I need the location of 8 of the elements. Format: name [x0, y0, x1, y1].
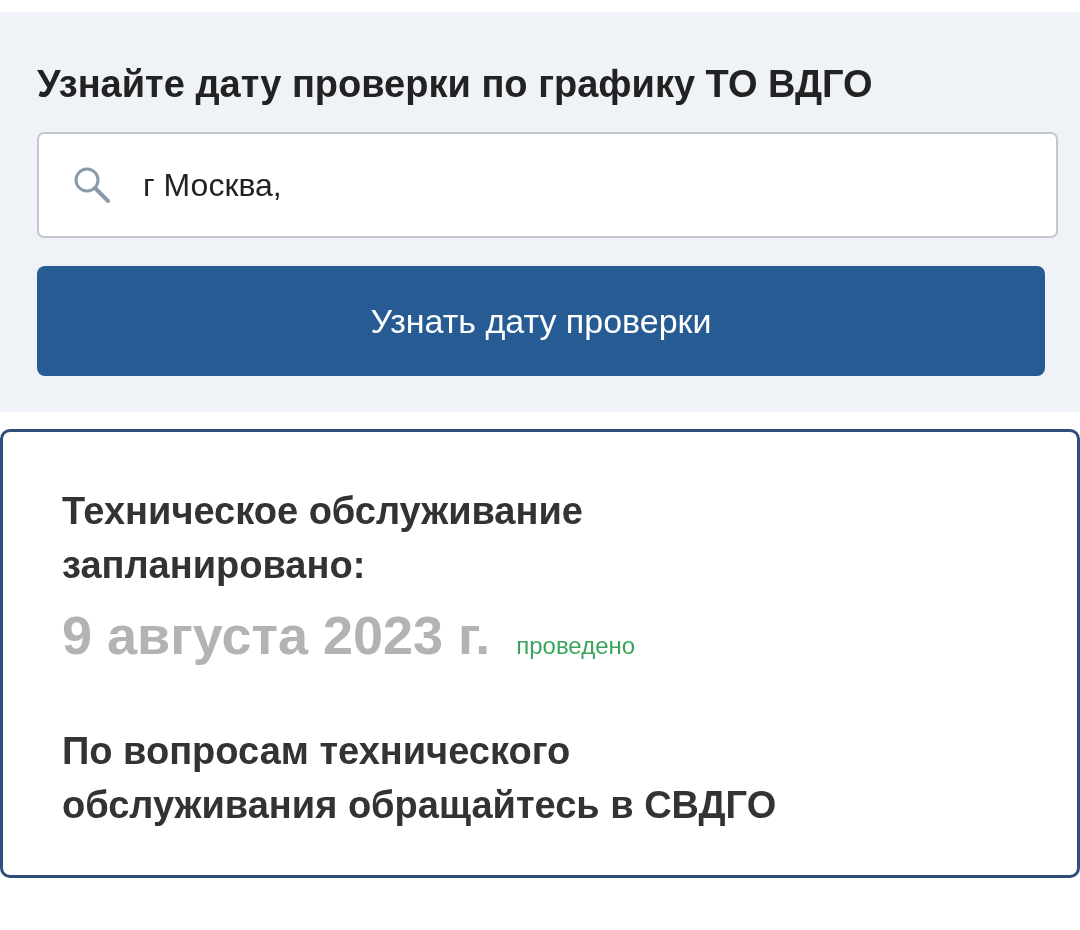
status-label: проведено [516, 632, 636, 660]
address-field[interactable]: г Москва, [37, 132, 1058, 238]
search-icon [73, 166, 111, 204]
card-heading: Техническое обслуживание запланировано: [62, 489, 584, 588]
search-title: Узнайте дату проверки по графику ТО ВДГО [37, 62, 874, 107]
inspection-date: 9 августа 2023 г. [62, 604, 491, 666]
contact-note: По вопросам технического обслуживания обращайтесь в СВДГО [62, 729, 778, 828]
check-date-button[interactable]: Узнать дату проверки [37, 266, 1045, 376]
